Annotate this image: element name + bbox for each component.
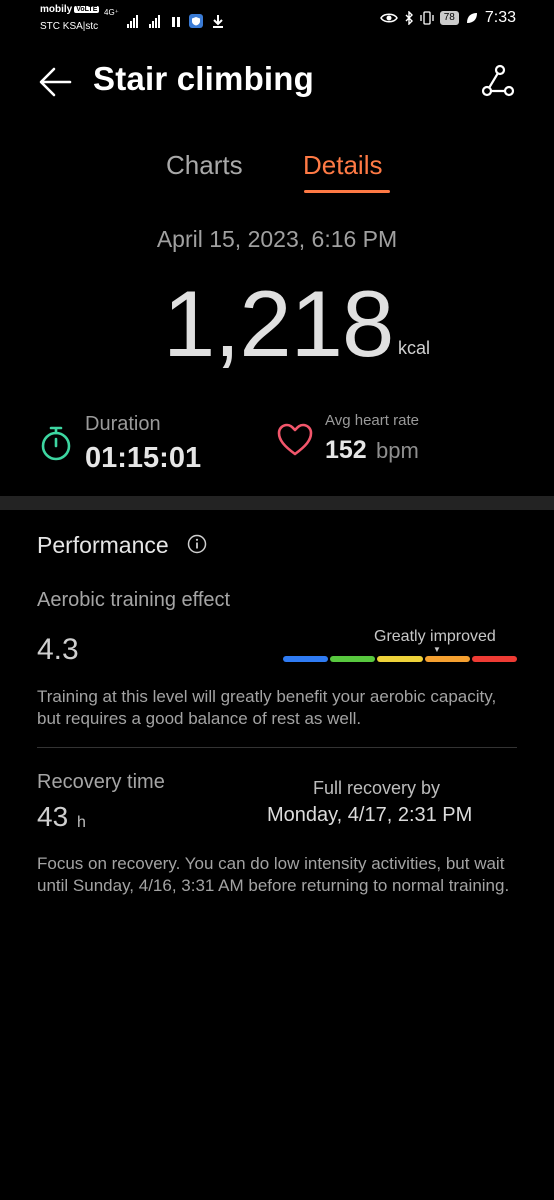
- signal-icon: [126, 15, 138, 28]
- back-arrow-icon[interactable]: [36, 62, 76, 102]
- stopwatch-icon: [41, 426, 71, 461]
- divider: [37, 747, 517, 748]
- duration-value: 01:15:01: [85, 442, 202, 474]
- recovery-description: Focus on recovery. You can do low intens…: [37, 854, 510, 895]
- calories-value: 1,218: [163, 271, 394, 376]
- carrier-primary: mobily VoLTE: [40, 4, 100, 15]
- aerobic-label: Aerobic training effect: [37, 589, 231, 611]
- pause-icon: [171, 17, 180, 27]
- info-icon[interactable]: [187, 534, 207, 554]
- aerobic-level: Greatly improved: [374, 628, 496, 645]
- carrier-secondary: STC KSA|stc: [40, 21, 99, 32]
- shield-icon: [188, 14, 203, 28]
- scale-segment-3: [377, 656, 423, 662]
- recovery-unit: h: [77, 814, 86, 831]
- aerobic-marker-icon: ▼: [433, 645, 441, 654]
- performance-title: Performance: [37, 532, 169, 558]
- battery-indicator: 78: [439, 11, 459, 25]
- aerobic-value: 4.3: [37, 633, 79, 666]
- aerobic-description: Training at this level will greatly bene…: [37, 687, 497, 728]
- section-divider: [0, 496, 554, 510]
- tab-charts[interactable]: Charts: [166, 150, 243, 181]
- status-icons-right: 78 7:33: [379, 8, 516, 28]
- workout-date: April 15, 2023, 6:16 PM: [156, 226, 398, 252]
- heart-rate-value: 152: [325, 436, 367, 464]
- network-type: 4G⁺: [104, 8, 119, 17]
- scale-segment-4: [424, 656, 470, 662]
- recovery-label: Recovery time: [37, 771, 165, 793]
- active-tab-indicator: [304, 190, 390, 193]
- leaf-icon: [466, 13, 477, 23]
- signal-icon-2: [148, 15, 160, 28]
- volte-badge: VoLTE: [74, 6, 100, 13]
- scale-segment-2: [330, 656, 376, 662]
- scale-segment-5: [471, 656, 518, 662]
- heart-rate-label: Avg heart rate: [325, 412, 419, 429]
- tab-details[interactable]: Details: [303, 150, 382, 181]
- heart-rate-unit: bpm: [376, 438, 419, 463]
- heart-icon: [277, 423, 313, 456]
- vibrate-icon: [420, 11, 434, 25]
- recovery-value: 43: [37, 801, 69, 832]
- route-icon[interactable]: [478, 62, 518, 102]
- download-icon: [212, 15, 223, 28]
- duration-label: Duration: [85, 413, 161, 435]
- full-recovery-value: Monday, 4/17, 2:31 PM: [267, 804, 473, 826]
- status-bar: mobily VoLTE STC KSA|stc 4G⁺ 78 7:33: [0, 0, 554, 40]
- status-icons-left: 4G⁺: [104, 8, 225, 28]
- full-recovery-label: Full recovery by: [313, 778, 441, 798]
- calories-unit: kcal: [398, 338, 431, 358]
- screen: mobily VoLTE STC KSA|stc 4G⁺ 78 7:33 Stai…: [0, 0, 554, 1200]
- scale-segment-1: [283, 656, 329, 662]
- aerobic-scale-bar: [283, 656, 518, 662]
- carrier-primary-label: mobily: [40, 4, 73, 15]
- eye-icon: [379, 13, 398, 23]
- clock: 7:33: [484, 9, 516, 26]
- page-title: Stair climbing: [93, 60, 315, 97]
- bluetooth-icon: [405, 11, 413, 25]
